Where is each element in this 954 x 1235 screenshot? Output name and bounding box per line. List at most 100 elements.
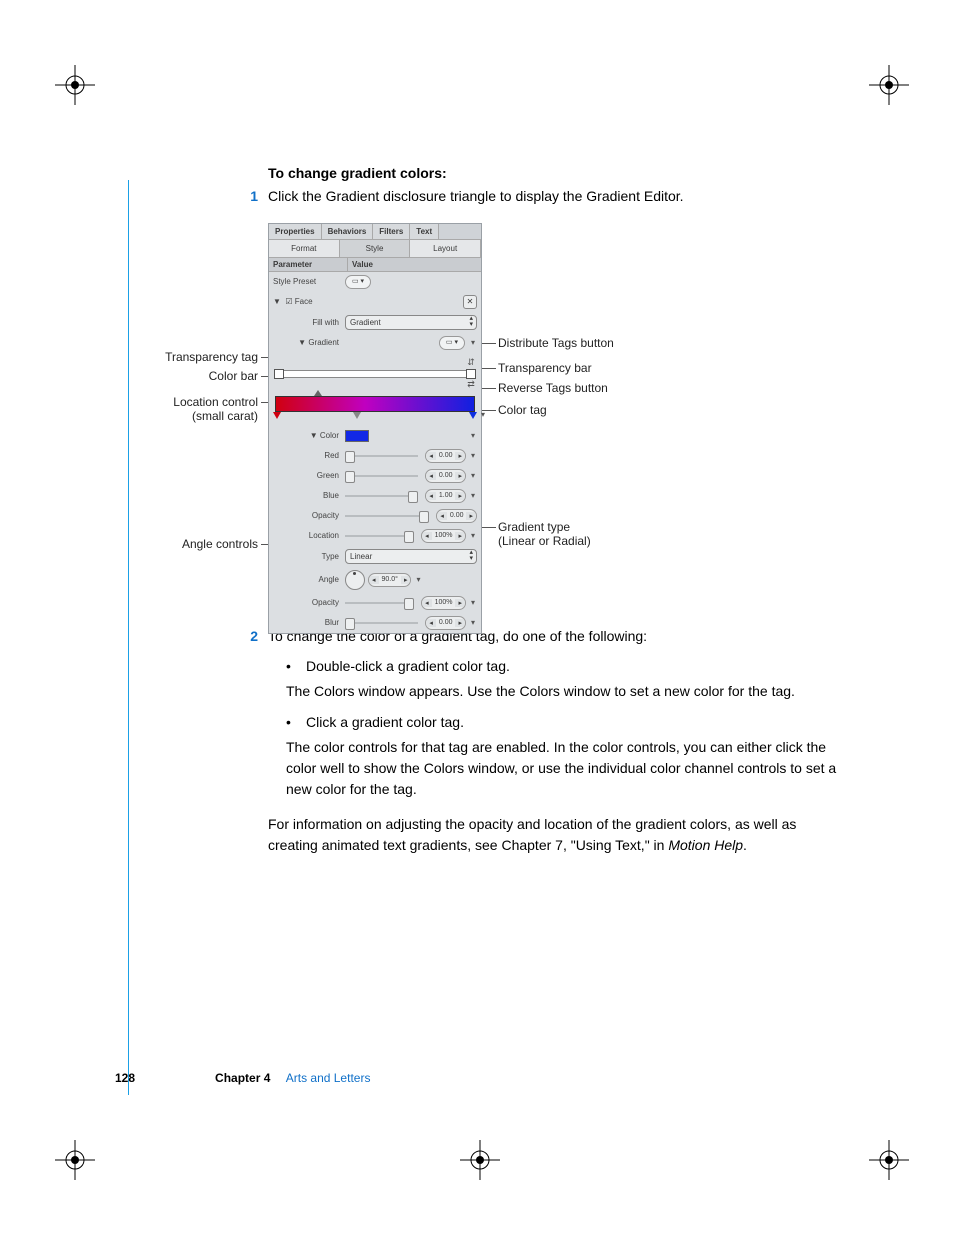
- opacity-slider[interactable]: [345, 510, 429, 522]
- bullet-text: Click a gradient color tag.: [306, 712, 464, 733]
- subtab-layout[interactable]: Layout: [410, 240, 481, 257]
- label-opacity: Opacity: [273, 511, 345, 520]
- blue-stepper[interactable]: ◂1.00▸: [425, 489, 466, 503]
- fill-with-dropdown[interactable]: Gradient▴▾: [345, 315, 477, 330]
- location-slider[interactable]: [345, 530, 414, 542]
- section-heading: To change gradient colors:: [268, 165, 848, 181]
- inspector-panel: Properties Behaviors Filters Text Format…: [268, 223, 482, 634]
- gopacity-stepper[interactable]: ◂100%▸: [421, 596, 466, 610]
- blur-stepper[interactable]: ◂0.00▸: [425, 616, 466, 630]
- row-blue: Blue ◂1.00▸ ▾: [269, 486, 481, 506]
- hdr-value: Value: [348, 258, 481, 271]
- page-number: 128: [115, 1071, 135, 1085]
- param-menu-icon[interactable]: ▾: [469, 471, 477, 480]
- param-menu-icon[interactable]: ▾: [469, 431, 477, 440]
- subtab-format[interactable]: Format: [269, 240, 340, 257]
- transparency-tag[interactable]: [466, 369, 476, 379]
- row-angle: Angle ◂90.0°▸ ▾: [269, 567, 481, 593]
- crop-mark-bc: [460, 1140, 490, 1170]
- tab-text[interactable]: Text: [410, 224, 439, 239]
- gradient-color-bar[interactable]: [275, 396, 475, 412]
- crop-mark-bl: [55, 1140, 85, 1170]
- row-green: Green ◂0.00▸ ▾: [269, 466, 481, 486]
- color-disclosure[interactable]: ▼ Color: [273, 431, 345, 440]
- row-gradient: ▼ Gradient ▭ ▾ ▾: [269, 333, 481, 353]
- margin-guide: [128, 180, 129, 1095]
- gradient-editor: ⇵ ⇄ ▾: [269, 353, 481, 426]
- tab-behaviors[interactable]: Behaviors: [322, 224, 374, 239]
- inspector-tabs: Properties Behaviors Filters Text: [269, 224, 481, 240]
- param-menu-icon[interactable]: ▾: [469, 531, 477, 540]
- param-menu-icon[interactable]: ▾: [469, 338, 477, 347]
- tab-filters[interactable]: Filters: [373, 224, 410, 239]
- step-text: Click the Gradient disclosure triangle t…: [268, 187, 684, 207]
- chapter-label: Chapter 4: [215, 1071, 270, 1085]
- step-1: 1 Click the Gradient disclosure triangle…: [268, 187, 848, 207]
- face-disclosure[interactable]: ▼ ☑ Face: [273, 297, 345, 306]
- bullet-2-sub: The color controls for that tag are enab…: [286, 737, 848, 800]
- bullet-1-sub: The Colors window appears. Use the Color…: [286, 681, 848, 702]
- color-well[interactable]: [345, 430, 369, 442]
- param-menu-icon[interactable]: ▾: [469, 451, 477, 460]
- callout-transparency-tag: Transparency tag: [58, 350, 258, 364]
- angle-dial[interactable]: [345, 570, 365, 590]
- label-opacity2: Opacity: [273, 598, 345, 607]
- color-tag-blue[interactable]: [469, 412, 477, 419]
- transparency-bar[interactable]: [275, 370, 475, 378]
- style-preset-menu[interactable]: ▭ ▾: [345, 275, 371, 289]
- color-tag-red[interactable]: [273, 412, 281, 419]
- gopacity-slider[interactable]: [345, 597, 414, 609]
- label-blur: Blur: [273, 618, 345, 627]
- label-style-preset: Style Preset: [273, 277, 345, 286]
- row-fill-with: Fill with Gradient▴▾: [269, 312, 481, 333]
- param-menu-icon[interactable]: ▾: [414, 575, 422, 584]
- angle-stepper[interactable]: ◂90.0°▸: [368, 573, 411, 587]
- param-menu-icon[interactable]: ▾: [479, 410, 487, 419]
- callout-distribute: Distribute Tags button: [498, 336, 614, 350]
- row-face: ▼ ☑ Face ✕: [269, 292, 481, 312]
- gradient-editor-figure: Transparency tag Color bar Location cont…: [158, 223, 858, 603]
- param-menu-icon[interactable]: ▾: [469, 491, 477, 500]
- gradient-disclosure[interactable]: ▼ Gradient: [273, 338, 345, 347]
- page-content: To change gradient colors: 1 Click the G…: [268, 165, 848, 856]
- gradient-preset-menu[interactable]: ▭ ▾: [439, 336, 465, 350]
- transparency-tag[interactable]: [274, 369, 284, 379]
- color-tag-mid[interactable]: [353, 412, 361, 419]
- red-slider[interactable]: [345, 450, 418, 462]
- distribute-tags-button[interactable]: ⇵: [467, 357, 475, 368]
- reset-face-button[interactable]: ✕: [463, 295, 477, 309]
- blur-slider[interactable]: [345, 617, 418, 629]
- green-stepper[interactable]: ◂0.00▸: [425, 469, 466, 483]
- bullet-1: • Double-click a gradient color tag.: [286, 656, 848, 677]
- callout-color-bar: Color bar: [58, 369, 258, 383]
- crop-mark-tr: [869, 65, 899, 95]
- subtab-style[interactable]: Style: [340, 240, 411, 257]
- opacity-stepper[interactable]: ◂0.00▸: [436, 509, 477, 523]
- param-menu-icon[interactable]: ▾: [469, 598, 477, 607]
- chapter-title: Arts and Letters: [286, 1071, 371, 1085]
- bullet-2: • Click a gradient color tag.: [286, 712, 848, 733]
- column-headers: Parameter Value: [269, 258, 481, 272]
- tab-properties[interactable]: Properties: [269, 224, 322, 239]
- callout-color-tag: Color tag: [498, 403, 547, 417]
- row-style-preset: Style Preset ▭ ▾: [269, 272, 481, 292]
- step-number: 1: [244, 187, 258, 207]
- reverse-tags-button[interactable]: ⇄: [467, 379, 475, 390]
- callout-gradient-type: Gradient type (Linear or Radial): [498, 520, 591, 548]
- label-angle: Angle: [273, 575, 345, 584]
- blue-slider[interactable]: [345, 490, 418, 502]
- param-menu-icon[interactable]: ▾: [469, 618, 477, 627]
- crop-mark-br: [869, 1140, 899, 1170]
- page-footer: 128 Chapter 4 Arts and Letters: [115, 1071, 370, 1085]
- callout-line: [481, 527, 496, 528]
- label-green: Green: [273, 471, 345, 480]
- green-slider[interactable]: [345, 470, 418, 482]
- callout-transparency-bar: Transparency bar: [498, 361, 592, 375]
- label-type: Type: [273, 552, 345, 561]
- red-stepper[interactable]: ◂0.00▸: [425, 449, 466, 463]
- type-dropdown[interactable]: Linear▴▾: [345, 549, 477, 564]
- location-control-carat[interactable]: [314, 390, 322, 396]
- bullet-icon: •: [286, 712, 296, 733]
- location-stepper[interactable]: ◂100%▸: [421, 529, 466, 543]
- bullet-text: Double-click a gradient color tag.: [306, 656, 510, 677]
